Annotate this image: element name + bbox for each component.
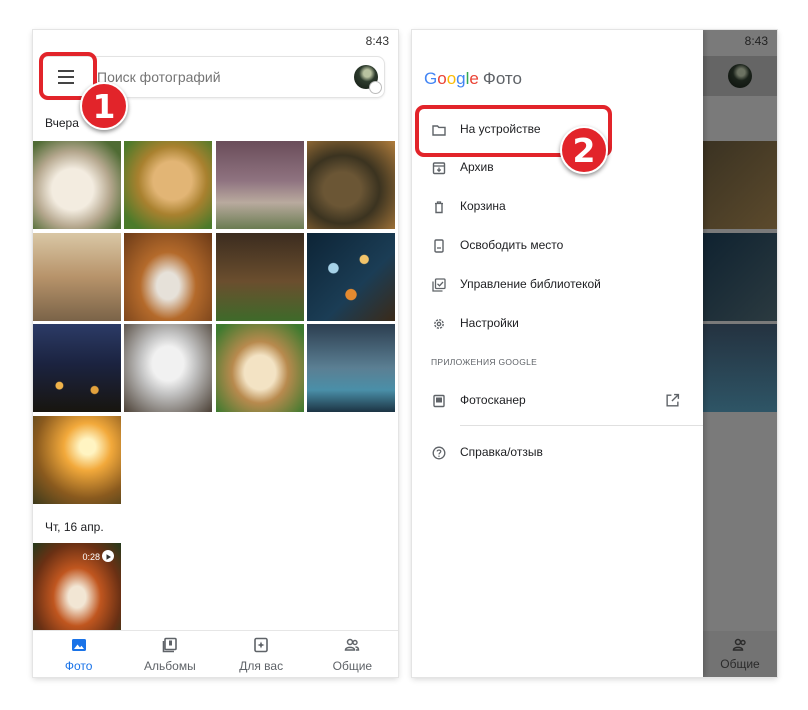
app-logo: Google Фото: [424, 69, 522, 89]
photo-thumbnail: [703, 141, 777, 229]
photo-thumbnail: [703, 324, 777, 412]
for-you-icon: [254, 637, 268, 653]
nav-label: Для вас: [239, 659, 284, 673]
photo-thumbnail[interactable]: [33, 233, 121, 321]
logo-letter: e: [469, 69, 479, 88]
photo-thumbnail[interactable]: [124, 324, 212, 412]
nav-label: Фото: [64, 659, 93, 673]
nav-photos[interactable]: Фото: [33, 631, 124, 677]
phone-clean-icon: [434, 239, 444, 253]
drawer-item-label: Справка/отзыв: [460, 445, 543, 459]
library-check-icon: [432, 278, 446, 292]
nav-sharing: Общие: [703, 631, 777, 677]
nav-albums[interactable]: Альбомы: [124, 631, 215, 677]
photo-thumbnail[interactable]: [216, 233, 304, 321]
photo-thumbnail[interactable]: [33, 416, 121, 504]
search-bar-dimmed: [703, 56, 777, 96]
trash-icon: [435, 201, 443, 214]
google-apps-header: ПРИЛОЖЕНИЯ GOOGLE: [431, 357, 538, 367]
video-duration: 0:28: [82, 552, 100, 562]
drawer-item-label: Корзина: [460, 199, 506, 213]
photoscan-icon: [433, 394, 445, 408]
status-bar: 8:43: [33, 30, 398, 50]
backup-off-icon: [369, 81, 382, 94]
photo-thumbnail[interactable]: [124, 141, 212, 229]
logo-letter: o: [437, 69, 447, 88]
photo-thumbnail[interactable]: [307, 233, 395, 321]
photo-icon: [71, 639, 86, 651]
photo-thumbnail[interactable]: [307, 324, 395, 412]
photos-screen: 8:43 Поиск фотографий 1 Вчера Чт, 16 апр…: [33, 30, 398, 677]
logo-letter: o: [446, 69, 457, 88]
photo-thumbnail: [703, 233, 777, 321]
bottom-navigation: Фото Альбомы Для вас Общие: [33, 630, 398, 677]
albums-icon: [162, 637, 177, 653]
drawer-item-help[interactable]: Справка/отзыв: [412, 434, 703, 472]
drawer-item-free-up-space[interactable]: Освободить место: [412, 227, 703, 265]
open-external-icon[interactable]: [665, 393, 680, 408]
callout-step-1: 1: [80, 82, 128, 130]
drawer-item-settings[interactable]: Настройки: [412, 305, 703, 343]
photo-thumbnail[interactable]: [33, 141, 121, 229]
product-name: Фото: [482, 69, 522, 88]
callout-step-2: 2: [560, 126, 608, 174]
play-icon: [102, 550, 114, 562]
nav-label: Общие: [332, 659, 373, 673]
status-time: 8:43: [365, 34, 389, 48]
photo-thumbnail[interactable]: [216, 141, 304, 229]
drawer-item-photoscan[interactable]: Фотосканер: [412, 382, 703, 420]
drawer-item-label: Управление библиотекой: [460, 277, 601, 291]
photo-thumbnail[interactable]: [307, 141, 395, 229]
drawer-screen: 8:43 Общие Google Фото На устройстве Арх…: [412, 30, 777, 677]
sharing-icon: [345, 638, 360, 651]
drawer-item-label: Архив: [460, 160, 494, 174]
video-thumbnail[interactable]: 0:28: [33, 543, 121, 633]
archive-icon: [432, 162, 446, 175]
drawer-item-label: Освободить место: [460, 238, 564, 252]
help-icon: [432, 446, 446, 460]
drawer-item-manage-library[interactable]: Управление библиотекой: [412, 266, 703, 304]
logo-letter: g: [456, 69, 466, 88]
nav-label: Альбомы: [144, 659, 196, 673]
drawer-item-label: Настройки: [460, 316, 519, 330]
nav-sharing[interactable]: Общие: [307, 631, 398, 677]
search-input[interactable]: Поиск фотографий: [97, 69, 221, 85]
logo-letter: G: [424, 69, 438, 88]
photo-thumbnail[interactable]: [216, 324, 304, 412]
section-label-yesterday: Вчера: [45, 116, 79, 130]
sharing-icon: [732, 638, 746, 651]
nav-label: Общие: [720, 657, 760, 671]
photo-thumbnail[interactable]: [33, 324, 121, 412]
section-label-date: Чт, 16 апр.: [45, 520, 104, 534]
drawer-scrim[interactable]: 8:43 Общие: [703, 30, 777, 677]
drawer-divider: [460, 425, 703, 426]
photo-thumbnail[interactable]: [124, 233, 212, 321]
drawer-item-trash[interactable]: Корзина: [412, 188, 703, 226]
drawer-item-label: Фотосканер: [460, 393, 526, 407]
nav-for-you[interactable]: Для вас: [216, 631, 307, 677]
settings-icon: [434, 319, 444, 329]
status-time: 8:43: [744, 34, 768, 48]
avatar: [728, 64, 752, 88]
